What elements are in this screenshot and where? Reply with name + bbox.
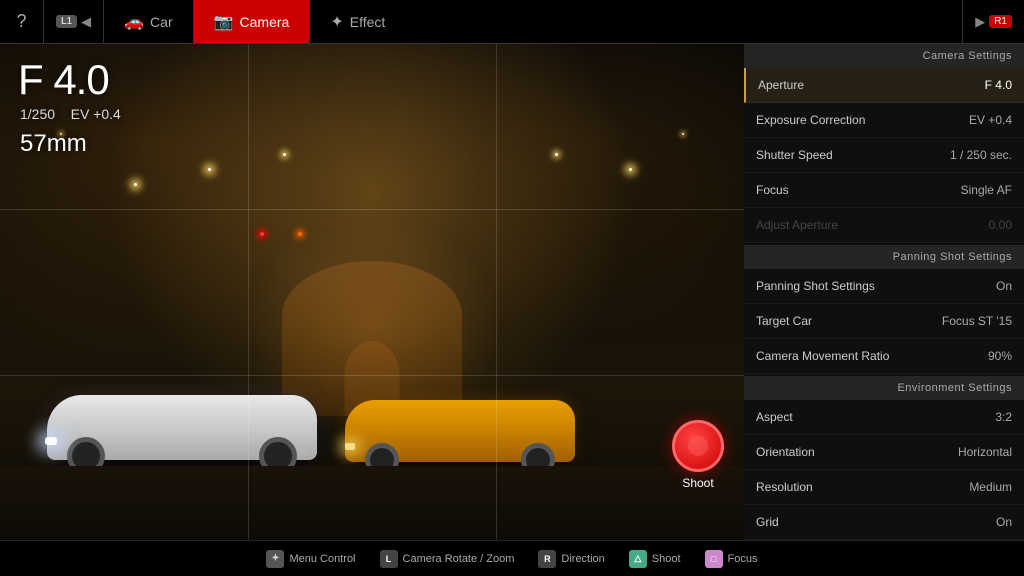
grid-value: On bbox=[996, 515, 1012, 529]
footer-focus: □ Focus bbox=[705, 550, 758, 568]
street-light-3 bbox=[283, 153, 286, 156]
shoot-button-container: Shoot bbox=[672, 420, 724, 490]
r1-arrow: ▶ bbox=[975, 14, 985, 30]
footer-menu-label: Menu Control bbox=[289, 553, 355, 565]
shoot-button[interactable] bbox=[672, 420, 724, 472]
l1-button: L1 bbox=[56, 15, 77, 28]
orientation-value: Horizontal bbox=[958, 445, 1012, 459]
car-white-headlight bbox=[45, 437, 57, 445]
l1-arrow: ◀ bbox=[81, 14, 91, 30]
scene: RCZ GT Line F 4.0 1/25 bbox=[0, 44, 744, 540]
footer-direction: R Direction bbox=[538, 550, 604, 568]
street-light-6 bbox=[60, 133, 62, 135]
camera-icon: 📷 bbox=[214, 12, 234, 32]
nav-car[interactable]: 🚗 Car bbox=[104, 0, 192, 43]
road bbox=[0, 466, 744, 540]
shutter-row[interactable]: Shutter Speed 1 / 250 sec. bbox=[744, 138, 1024, 173]
footer-camera-rotate-label: Camera Rotate / Zoom bbox=[403, 553, 515, 565]
resolution-label: Resolution bbox=[756, 480, 813, 494]
camera-view: RCZ GT Line F 4.0 1/25 bbox=[0, 44, 744, 540]
street-light-1 bbox=[134, 183, 137, 186]
adjust-aperture-label: Adjust Aperture bbox=[756, 218, 838, 232]
focus-label: Focus bbox=[756, 183, 789, 197]
shoot-button-inner bbox=[688, 436, 708, 456]
camera-settings-header: Camera Settings bbox=[744, 44, 1024, 68]
header-nav: ? L1 ◀ 🚗 Car 📷 Camera ✦ Effect ▶ R1 bbox=[0, 0, 1024, 44]
orientation-row[interactable]: Orientation Horizontal bbox=[744, 435, 1024, 470]
focus-value: Single AF bbox=[961, 183, 1012, 197]
resolution-row[interactable]: Resolution Medium bbox=[744, 470, 1024, 505]
shoot-label: Shoot bbox=[672, 476, 724, 490]
help-icon: ? bbox=[16, 11, 26, 32]
r1-indicator[interactable]: ▶ R1 bbox=[962, 0, 1024, 43]
target-car-label: Target Car bbox=[756, 314, 812, 328]
effect-icon: ✦ bbox=[330, 12, 343, 32]
footer-shoot: △ Shoot bbox=[629, 550, 681, 568]
nav-camera-label: Camera bbox=[240, 14, 290, 30]
exposure-value: EV +0.4 bbox=[969, 113, 1012, 127]
footer-direction-label: Direction bbox=[561, 553, 604, 565]
aperture-row[interactable]: Aperture F 4.0 bbox=[744, 68, 1024, 103]
aspect-value: 3:2 bbox=[995, 410, 1012, 424]
r-button-icon: R bbox=[538, 550, 556, 568]
adjust-aperture-row: Adjust Aperture 0.00 bbox=[744, 208, 1024, 243]
l-button-icon: L bbox=[380, 550, 398, 568]
camera-movement-value: 90% bbox=[988, 349, 1012, 363]
exposure-label: Exposure Correction bbox=[756, 113, 865, 127]
help-button[interactable]: ? bbox=[0, 0, 44, 44]
exposure-row[interactable]: Exposure Correction EV +0.4 bbox=[744, 103, 1024, 138]
panning-shot-value: On bbox=[996, 279, 1012, 293]
grid-label: Grid bbox=[756, 515, 779, 529]
nav-camera[interactable]: 📷 Camera bbox=[194, 0, 310, 43]
panning-settings-header: Panning Shot Settings bbox=[744, 245, 1024, 269]
shutter-value: 1 / 250 sec. bbox=[950, 148, 1012, 162]
nav-car-label: Car bbox=[150, 14, 173, 30]
adjust-aperture-value: 0.00 bbox=[989, 218, 1012, 232]
grid-row[interactable]: Grid On bbox=[744, 505, 1024, 540]
target-car-value: Focus ST '15 bbox=[942, 314, 1012, 328]
orientation-label: Orientation bbox=[756, 445, 815, 459]
environment-settings-section: Environment Settings Aspect 3:2 Orientat… bbox=[744, 376, 1024, 540]
r1-button: R1 bbox=[989, 15, 1012, 28]
panning-settings-section: Panning Shot Settings Panning Shot Setti… bbox=[744, 245, 1024, 374]
target-car-row[interactable]: Target Car Focus ST '15 bbox=[744, 304, 1024, 339]
panning-shot-label: Panning Shot Settings bbox=[756, 279, 875, 293]
square-icon: □ bbox=[705, 550, 723, 568]
camera-settings-section: Camera Settings Aperture F 4.0 Exposure … bbox=[744, 44, 1024, 243]
triangle-icon: △ bbox=[629, 550, 647, 568]
environment-settings-header: Environment Settings bbox=[744, 376, 1024, 400]
dpad-icon: ✦ bbox=[266, 550, 284, 568]
footer-shoot-label: Shoot bbox=[652, 553, 681, 565]
right-panel: Camera Settings Aperture F 4.0 Exposure … bbox=[744, 44, 1024, 540]
camera-movement-label: Camera Movement Ratio bbox=[756, 349, 889, 363]
footer-camera-rotate: L Camera Rotate / Zoom bbox=[380, 550, 515, 568]
aspect-label: Aspect bbox=[756, 410, 793, 424]
camera-movement-row[interactable]: Camera Movement Ratio 90% bbox=[744, 339, 1024, 374]
aperture-value: F 4.0 bbox=[985, 78, 1012, 92]
footer-focus-label: Focus bbox=[728, 553, 758, 565]
shutter-label: Shutter Speed bbox=[756, 148, 833, 162]
panning-shot-row[interactable]: Panning Shot Settings On bbox=[744, 269, 1024, 304]
nav-effect-label: Effect bbox=[350, 14, 386, 30]
footer: ✦ Menu Control L Camera Rotate / Zoom R … bbox=[0, 540, 1024, 576]
nav-effect[interactable]: ✦ Effect bbox=[310, 0, 405, 43]
aspect-row[interactable]: Aspect 3:2 bbox=[744, 400, 1024, 435]
focus-row[interactable]: Focus Single AF bbox=[744, 173, 1024, 208]
l1-indicator[interactable]: L1 ◀ bbox=[44, 0, 104, 43]
aperture-label: Aperture bbox=[758, 78, 804, 92]
car-yellow-headlight bbox=[345, 443, 355, 450]
footer-menu-control: ✦ Menu Control bbox=[266, 550, 355, 568]
car-icon: 🚗 bbox=[124, 12, 144, 32]
resolution-value: Medium bbox=[969, 480, 1012, 494]
